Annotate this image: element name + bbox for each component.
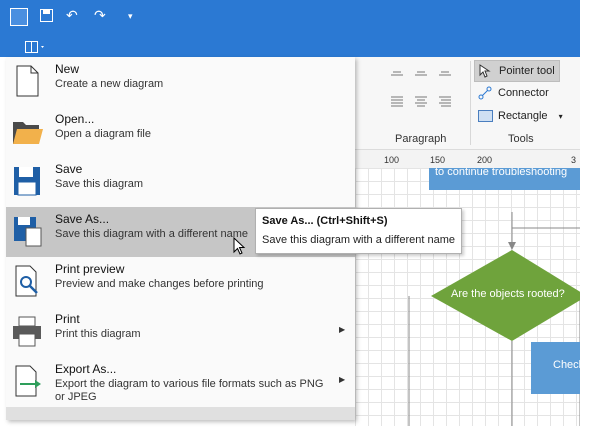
redo-icon[interactable]: ↷	[94, 7, 106, 24]
decision-text: Are the objects rooted?	[451, 288, 565, 300]
menu-item-desc: Create a new diagram	[55, 78, 164, 90]
menu-item-print-preview[interactable]: Print preview Preview and make changes b…	[6, 257, 355, 307]
save-icon[interactable]	[40, 9, 53, 25]
menu-item-new[interactable]: New Create a new diagram	[6, 57, 355, 107]
menu-item-title: Export As...	[55, 362, 117, 376]
menu-item-title: Open...	[55, 112, 95, 126]
menu-item-desc: Preview and make changes before printing	[55, 278, 264, 290]
group-divider	[470, 61, 471, 145]
rectangle-button[interactable]: Rectangle ▾	[474, 106, 563, 126]
file-tab-row	[0, 36, 580, 57]
tooltip-desc: Save this diagram with a different name	[262, 234, 456, 246]
menu-item-title: Print	[55, 312, 80, 326]
undo-icon[interactable]: ↶	[66, 7, 78, 24]
menu-item-title: Save	[55, 162, 83, 176]
menu-item-desc: Export the diagram to various file forma…	[55, 378, 324, 403]
process-box-shape[interactable]: Check	[531, 342, 584, 394]
tooltip-title: Save As... (Ctrl+Shift+S)	[262, 215, 388, 227]
menu-footer-strip	[6, 407, 355, 420]
menu-item-save[interactable]: Save Save this diagram	[6, 157, 355, 207]
rectangle-dropdown-icon[interactable]: ▾	[559, 112, 563, 121]
process-box-text: Check	[553, 359, 585, 371]
menu-item-desc: Save this diagram	[55, 178, 144, 190]
connector-icon	[478, 86, 492, 100]
menu-item-print[interactable]: Print Print this diagram ▶	[6, 307, 355, 357]
rectangle-label: Rectangle	[498, 110, 548, 122]
pointer-icon	[479, 64, 493, 78]
connector-label: Connector	[498, 87, 549, 99]
ruler-tick: 100	[384, 155, 400, 165]
tools-group-label: Tools	[508, 133, 534, 145]
pointer-tool-label: Pointer tool	[499, 65, 555, 77]
menu-item-export-as[interactable]: Export As... Export the diagram to vario…	[6, 357, 355, 409]
title-bar: ↶ ↷ ▾	[0, 0, 580, 36]
rectangle-icon	[478, 109, 493, 123]
new-diagram-icon[interactable]	[10, 8, 28, 26]
tooltip: Save As... (Ctrl+Shift+S) Save this diag…	[255, 208, 462, 254]
printer-icon	[11, 314, 43, 348]
diagram-canvas[interactable]: to continue troubleshooting Are the obje…	[355, 168, 584, 426]
export-icon	[11, 364, 43, 398]
save-icon	[11, 164, 43, 198]
ruler-tick: 150	[430, 155, 446, 165]
pointer-tool-button[interactable]: Pointer tool	[474, 60, 560, 82]
paragraph-group-label: Paragraph	[395, 133, 447, 145]
menu-item-title: Save As...	[55, 212, 110, 226]
save-as-icon	[11, 214, 43, 248]
menu-item-open[interactable]: Open... Open a diagram file	[6, 107, 355, 157]
print-preview-icon	[11, 264, 43, 298]
connector-button[interactable]: Connector	[474, 83, 549, 103]
customize-qat-icon[interactable]: ▾	[128, 11, 133, 22]
ruler-tick: 200	[477, 155, 493, 165]
menu-item-desc: Print this diagram	[55, 328, 141, 340]
file-menu-icon[interactable]	[25, 40, 47, 53]
folder-icon	[11, 114, 43, 148]
horizontal-ruler: 100 150 200 3	[355, 150, 580, 169]
alignment-icons[interactable]	[385, 67, 465, 127]
menu-item-desc: Open a diagram file	[55, 128, 151, 140]
submenu-arrow-icon: ▶	[339, 325, 346, 334]
menu-item-title: Print preview	[55, 262, 125, 276]
new-document-icon	[11, 64, 43, 98]
submenu-arrow-icon: ▶	[339, 375, 346, 384]
ruler-tick: 3	[571, 155, 577, 165]
ribbon: Paragraph Pointer tool Connector Rectang…	[355, 57, 580, 150]
menu-item-title: New	[55, 62, 80, 76]
